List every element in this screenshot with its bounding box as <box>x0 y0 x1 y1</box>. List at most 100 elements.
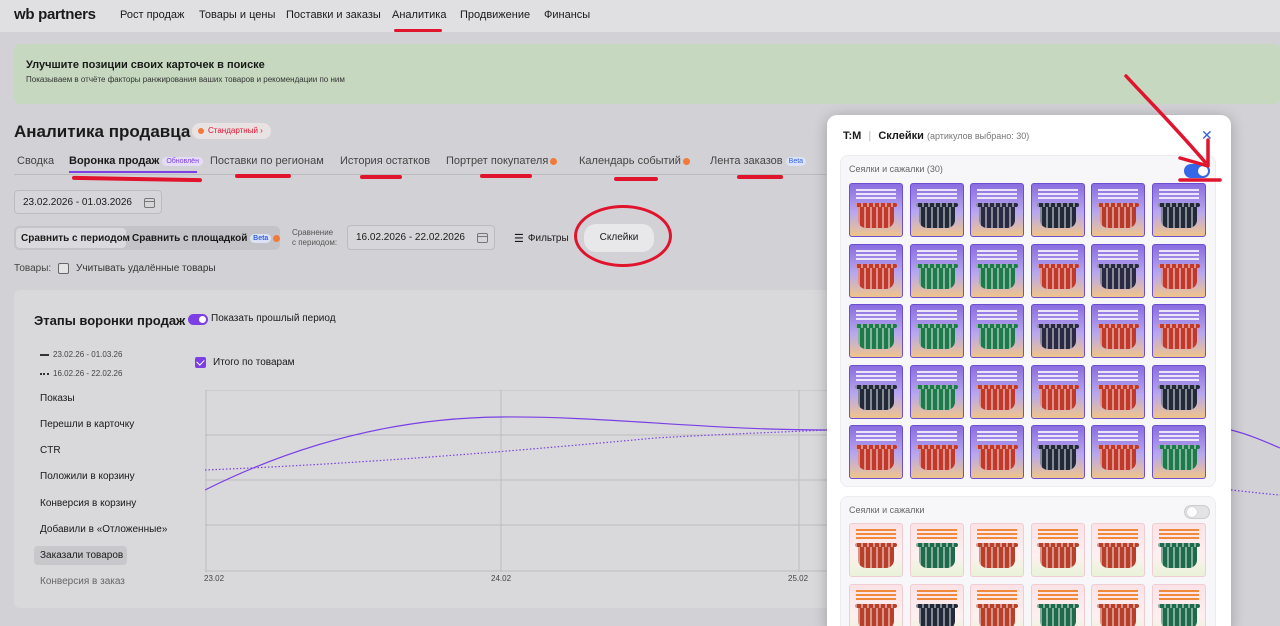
basket-image <box>1157 445 1200 470</box>
product-thumbnail[interactable] <box>970 523 1024 577</box>
product-thumbnail[interactable] <box>1091 583 1145 626</box>
product-thumbnail[interactable] <box>1151 425 1206 479</box>
metric-ordered[interactable]: Заказали товаров <box>40 550 123 561</box>
show-prev-toggle[interactable] <box>188 314 208 325</box>
product-thumbnail[interactable] <box>909 364 964 419</box>
brand-label: T:M <box>843 130 862 142</box>
nav-item-analytics[interactable]: Аналитика <box>392 9 446 21</box>
basket-image <box>915 603 958 626</box>
thumb-header <box>856 589 896 601</box>
product-thumbnail[interactable] <box>1030 523 1085 577</box>
product-thumbnail[interactable] <box>849 583 903 626</box>
nav-item-growth[interactable]: Рост продаж <box>120 9 184 21</box>
tab-stock-history[interactable]: История остатков <box>340 155 430 167</box>
tab-events-calendar[interactable]: Календарь событий <box>579 155 690 167</box>
annotation-underline <box>235 174 291 178</box>
product-thumbnail[interactable] <box>1030 583 1085 626</box>
product-thumbnail[interactable] <box>1091 523 1145 577</box>
compare-platform-button[interactable]: Сравнить с площадкой Beta <box>132 226 281 250</box>
product-thumbnail[interactable] <box>1091 243 1145 298</box>
section2-toggle[interactable] <box>1184 505 1210 519</box>
product-thumbnail[interactable] <box>1151 583 1206 626</box>
date-range-picker[interactable]: 23.02.2026 - 01.03.2026 <box>14 190 162 214</box>
product-thumbnail[interactable] <box>1091 183 1145 237</box>
product-thumbnail[interactable] <box>849 243 903 298</box>
legend-prev: 16.02.26 - 22.02.26 <box>40 369 122 378</box>
compare-date-picker[interactable]: 16.02.2026 - 22.02.2026 <box>347 225 495 250</box>
product-thumbnail[interactable] <box>1030 243 1085 298</box>
plan-badge[interactable]: Стандартный › <box>192 123 271 139</box>
nav-item-promotion[interactable]: Продвижение <box>460 9 530 21</box>
annotation-arrow <box>1124 74 1222 182</box>
product-thumbnail[interactable] <box>970 183 1024 237</box>
product-thumbnail[interactable] <box>970 304 1024 358</box>
product-thumbnail[interactable] <box>970 243 1024 298</box>
product-thumbnail[interactable] <box>849 304 903 358</box>
thumb-header <box>1158 310 1199 321</box>
product-thumbnail[interactable] <box>1091 364 1145 419</box>
product-thumbnail[interactable] <box>1151 243 1206 298</box>
section1-label: Сеялки и сажалки (30) <box>849 164 943 174</box>
thumb-header <box>856 310 896 321</box>
metric-impressions[interactable]: Показы <box>40 393 75 404</box>
thumb-header <box>916 310 957 321</box>
thumb-header <box>1098 370 1138 382</box>
basket-image <box>976 543 1018 568</box>
total-by-goods-checkbox[interactable] <box>195 357 206 368</box>
product-thumbnail[interactable] <box>909 425 964 479</box>
promo-banner[interactable]: Улучшите позиции своих карточек в поиске… <box>14 44 1280 104</box>
annotation-underline <box>480 174 532 178</box>
product-thumbnail[interactable] <box>909 304 964 358</box>
product-thumbnail[interactable] <box>849 425 903 479</box>
product-thumbnail[interactable] <box>909 523 964 577</box>
thumb-header <box>1158 529 1199 540</box>
panel-title: Склейки <box>878 130 924 142</box>
product-thumbnail[interactable] <box>970 425 1024 479</box>
product-thumbnail[interactable] <box>909 183 964 237</box>
nav-item-finance[interactable]: Финансы <box>544 9 590 21</box>
deleted-goods-checkbox[interactable] <box>58 263 69 274</box>
thumb-header <box>1037 249 1078 261</box>
product-thumbnail[interactable] <box>849 364 903 419</box>
metric-add-to-cart[interactable]: Положили в корзину <box>40 471 135 482</box>
wb-partners-logo[interactable]: wb partners <box>14 6 96 23</box>
product-thumbnail[interactable] <box>909 243 964 298</box>
product-thumbnail[interactable] <box>1030 364 1085 419</box>
thumb-header <box>1098 310 1138 321</box>
series-current-line <box>205 416 827 491</box>
product-thumbnail[interactable] <box>1151 364 1206 419</box>
product-thumbnail[interactable] <box>849 183 903 237</box>
metric-ctr[interactable]: CTR <box>40 445 61 456</box>
product-thumbnail[interactable] <box>1151 183 1206 237</box>
compare-period-button[interactable]: Сравнить с периодом <box>21 226 130 250</box>
metric-cart-conversion[interactable]: Конверсия в корзину <box>40 498 136 509</box>
tab-regional-supplies[interactable]: Поставки по регионам <box>210 155 324 167</box>
skleika-section-1: Сеялки и сажалки (30) <box>840 155 1216 487</box>
tab-orders-feed[interactable]: Лента заказов Beta <box>710 155 807 167</box>
product-thumbnail[interactable] <box>1030 425 1085 479</box>
product-thumbnail[interactable] <box>1151 304 1206 358</box>
filters-button[interactable]: ☰ Фильтры <box>514 226 569 250</box>
product-thumbnail[interactable] <box>909 583 964 626</box>
thumb-header <box>977 310 1017 321</box>
nav-item-products[interactable]: Товары и цены <box>199 9 275 21</box>
basket-image <box>855 543 897 568</box>
legend-current: 23.02.26 - 01.03.26 <box>40 350 122 359</box>
tab-sales-funnel[interactable]: Воронка продаж Обновлён <box>69 155 203 167</box>
product-thumbnail[interactable] <box>970 583 1024 626</box>
metric-card-visits[interactable]: Перешли в карточку <box>40 419 134 430</box>
product-thumbnail[interactable] <box>970 364 1024 419</box>
product-thumbnail[interactable] <box>1091 425 1145 479</box>
nav-item-supplies[interactable]: Поставки и заказы <box>286 9 381 21</box>
basket-image <box>1036 203 1079 228</box>
compare-period-label: Сравнить с периодом <box>21 232 130 244</box>
tab-buyer-portrait[interactable]: Портрет покупателя <box>446 155 558 167</box>
product-thumbnail[interactable] <box>1091 304 1145 358</box>
product-thumbnail[interactable] <box>1030 183 1085 237</box>
metric-order-conversion[interactable]: Конверсия в заказ <box>40 576 125 587</box>
product-thumbnail[interactable] <box>849 523 903 577</box>
metric-wishlist[interactable]: Добавили в «Отложенные» <box>40 524 167 535</box>
tab-summary[interactable]: Сводка <box>17 155 54 167</box>
product-thumbnail[interactable] <box>1030 304 1085 358</box>
product-thumbnail[interactable] <box>1151 523 1206 577</box>
